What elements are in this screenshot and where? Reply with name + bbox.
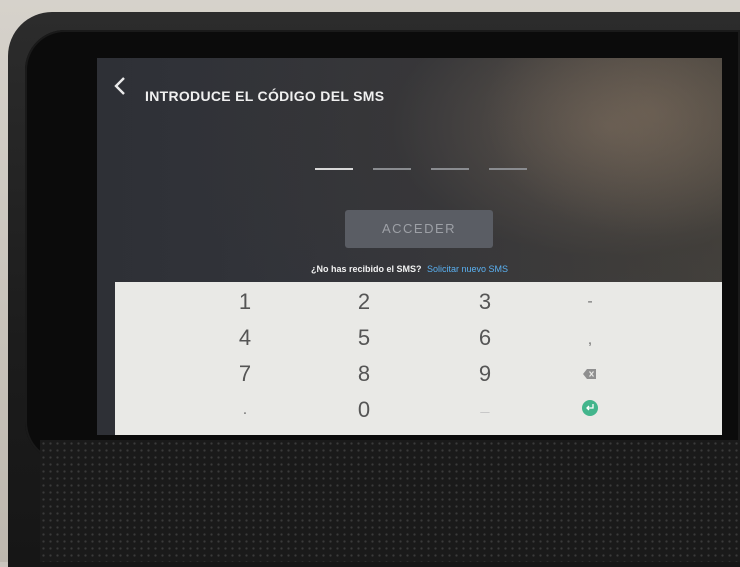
device-screen: INTRODUCE EL CÓDIGO DEL SMS ACCEDER ¿No … [97, 58, 722, 435]
page-title: INTRODUCE EL CÓDIGO DEL SMS [145, 88, 385, 104]
key-3[interactable]: 3 [430, 284, 540, 320]
key-4[interactable]: 4 [190, 320, 300, 356]
key-5[interactable]: 5 [309, 320, 419, 356]
key-8[interactable]: 8 [309, 356, 419, 392]
resend-sms-row: ¿No has recibido el SMS? Solicitar nuevo… [97, 264, 722, 274]
header: INTRODUCE EL CÓDIGO DEL SMS [97, 58, 722, 118]
chevron-left-icon [114, 77, 125, 95]
resend-prompt: ¿No has recibido el SMS? [310, 264, 422, 274]
numeric-keypad: 1 2 3 - 4 5 6 , 7 8 9 . 0 _ [115, 282, 722, 435]
key-minus[interactable]: - [535, 284, 645, 320]
code-digit-slot-2[interactable] [373, 168, 411, 170]
request-new-sms-link[interactable]: Solicitar nuevo SMS [427, 264, 508, 274]
backspace-icon [583, 368, 596, 379]
access-button[interactable]: ACCEDER [345, 210, 493, 248]
key-backspace[interactable] [535, 356, 645, 392]
key-6[interactable]: 6 [430, 320, 540, 356]
key-underscore[interactable]: _ [430, 388, 540, 424]
code-digit-slot-1[interactable] [315, 168, 353, 170]
key-0[interactable]: 0 [309, 392, 419, 428]
key-period[interactable]: . [190, 392, 300, 428]
code-digit-slot-4[interactable] [489, 168, 527, 170]
key-enter[interactable] [535, 390, 645, 426]
key-2[interactable]: 2 [309, 284, 419, 320]
key-1[interactable]: 1 [190, 284, 300, 320]
speaker-grille [40, 440, 740, 562]
key-7[interactable]: 7 [190, 356, 300, 392]
back-button[interactable] [113, 76, 133, 98]
key-9[interactable]: 9 [430, 356, 540, 392]
code-digit-slot-3[interactable] [431, 168, 469, 170]
key-comma[interactable]: , [535, 322, 645, 358]
enter-icon [582, 399, 598, 416]
